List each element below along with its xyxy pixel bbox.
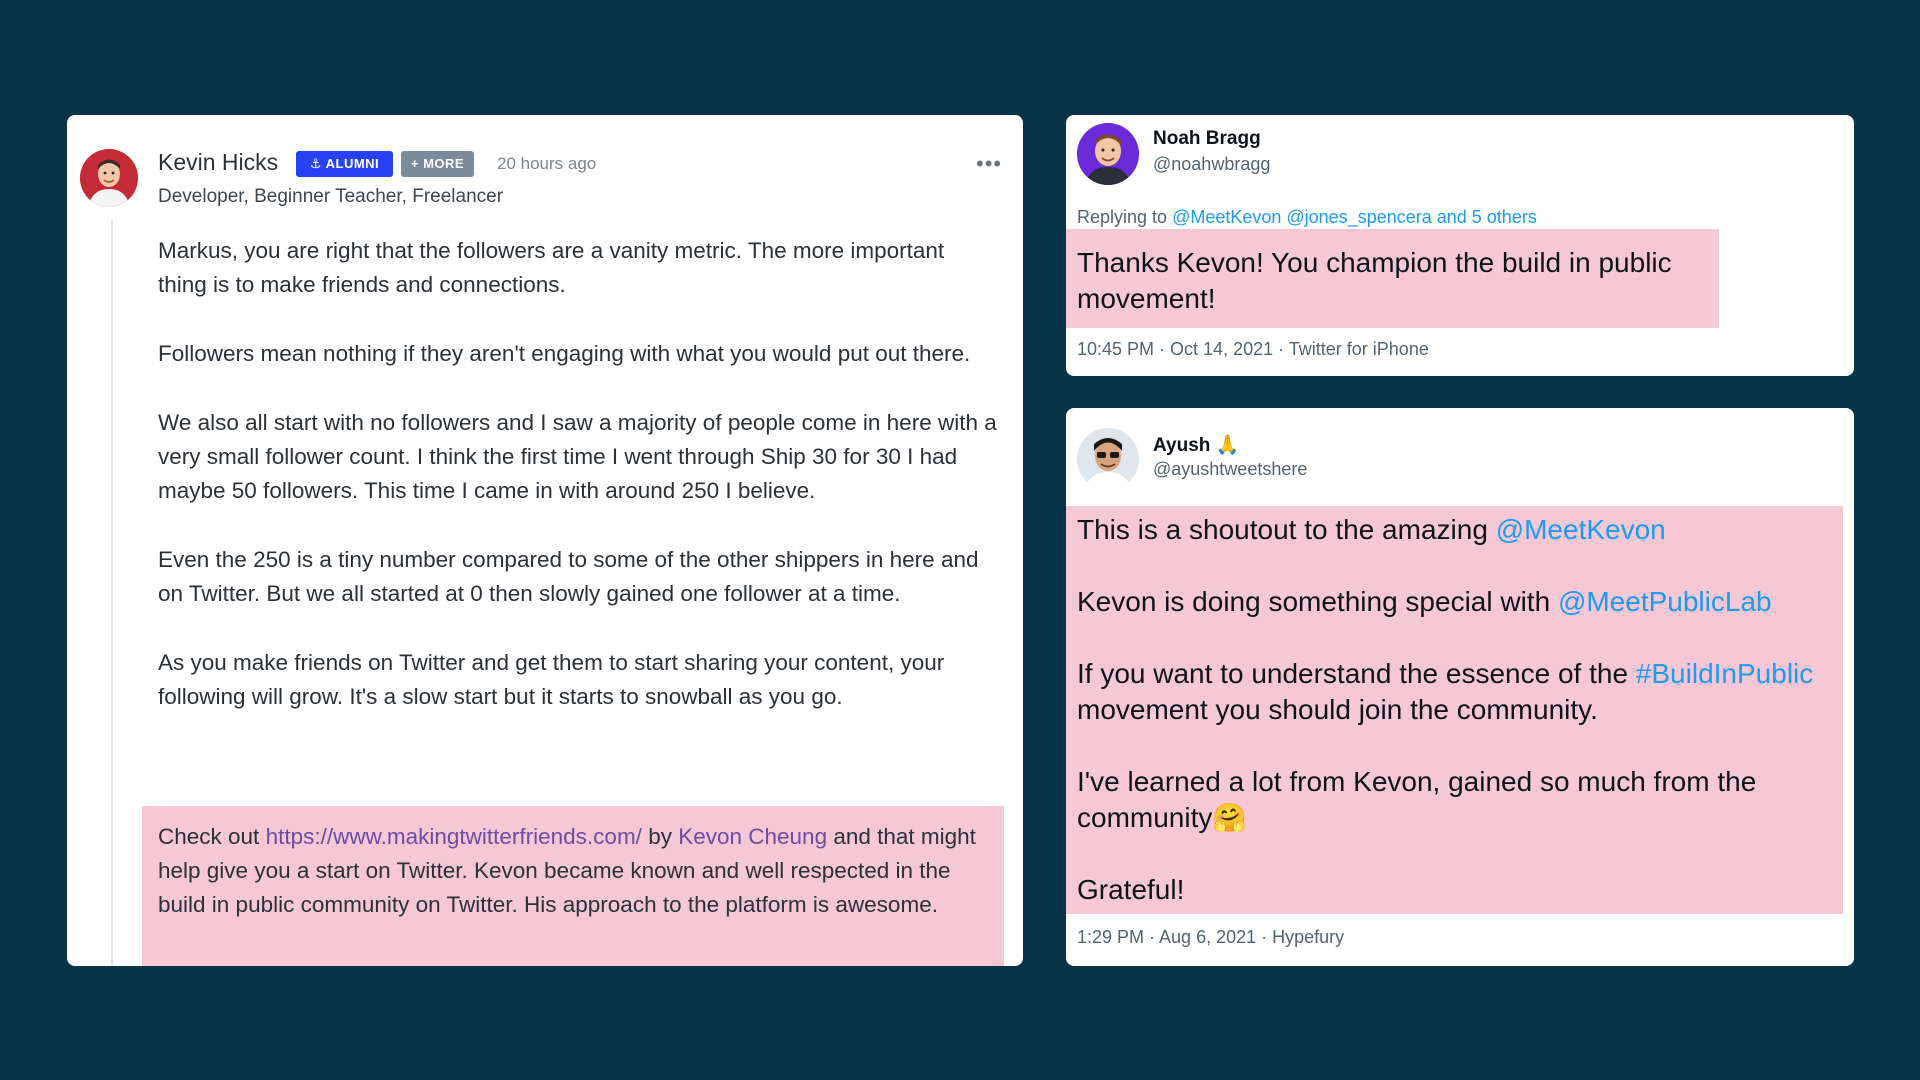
text: movement you should join the community. bbox=[1077, 694, 1598, 725]
text: Check out bbox=[158, 824, 266, 849]
alumni-badge[interactable]: ⚓ ALUMNI bbox=[296, 151, 393, 177]
replying-to: Replying to @MeetKevon @jones_spencera a… bbox=[1077, 207, 1537, 228]
hashtag-link[interactable]: #BuildInPublic bbox=[1636, 658, 1813, 689]
hug-emoji-icon: 🤗 bbox=[1212, 802, 1248, 833]
tweet-line: I've learned a lot from Kevon, gained so… bbox=[1077, 764, 1832, 836]
tweet-line: If you want to understand the essence of… bbox=[1077, 656, 1832, 728]
timestamp: 20 hours ago bbox=[497, 154, 597, 173]
user-handle[interactable]: @noahwbragg bbox=[1153, 154, 1270, 175]
avatar[interactable] bbox=[80, 149, 138, 207]
tweet-meta[interactable]: 10:45 PM · Oct 14, 2021 · Twitter for iP… bbox=[1077, 339, 1429, 360]
author-name[interactable]: Kevin Hicks bbox=[158, 149, 278, 176]
website-link[interactable]: https://www.makingtwitterfriends.com/ bbox=[266, 824, 642, 849]
display-name[interactable]: Ayush 🙏 bbox=[1153, 433, 1239, 457]
tweet-card: Noah Bragg @noahwbragg ••• Replying to @… bbox=[1066, 115, 1854, 376]
user-handle[interactable]: @ayushtweetshere bbox=[1153, 459, 1307, 480]
text: This is a shoutout to the amazing bbox=[1077, 514, 1496, 545]
paragraph: We also all start with no followers and … bbox=[158, 410, 997, 503]
reply-mentions-link[interactable]: @MeetKevon @jones_spencera and 5 others bbox=[1172, 207, 1537, 227]
thread-line bbox=[111, 219, 113, 966]
person-link[interactable]: Kevon Cheung bbox=[678, 824, 827, 849]
tweet-line: This is a shoutout to the amazing @MeetK… bbox=[1077, 512, 1832, 548]
forum-comment-card: Kevin Hicks ⚓ ALUMNI + MORE 20 hours ago… bbox=[67, 115, 1023, 966]
text: If you want to understand the essence of… bbox=[1077, 658, 1636, 689]
paragraph: Followers mean nothing if they aren't en… bbox=[158, 341, 971, 366]
tweet-line: Kevon is doing something special with @M… bbox=[1077, 584, 1832, 620]
text: I've learned a lot from Kevon, gained so… bbox=[1077, 766, 1757, 833]
text: Kevon is doing something special with bbox=[1077, 586, 1558, 617]
mention-link[interactable]: @MeetKevon bbox=[1496, 514, 1666, 545]
replying-label: Replying to bbox=[1077, 207, 1173, 227]
ellipsis-icon[interactable]: ••• bbox=[976, 151, 1002, 177]
avatar[interactable] bbox=[1077, 123, 1139, 185]
tweet-text: Thanks Kevon! You champion the build in … bbox=[1077, 247, 1672, 314]
author-subtitle: Developer, Beginner Teacher, Freelancer bbox=[158, 186, 504, 207]
more-badges-button[interactable]: + MORE bbox=[401, 151, 474, 177]
tweet-text-highlight: This is a shoutout to the amazing @MeetK… bbox=[1066, 506, 1843, 914]
text: by bbox=[641, 824, 679, 849]
tweet-meta[interactable]: 1:29 PM · Aug 6, 2021 · Hypefury bbox=[1077, 927, 1344, 948]
tweet-text-highlight: Thanks Kevon! You champion the build in … bbox=[1066, 229, 1719, 328]
display-name[interactable]: Noah Bragg bbox=[1153, 128, 1261, 150]
paragraph: Markus, you are right that the followers… bbox=[158, 238, 945, 297]
tweet-line: Grateful! bbox=[1077, 874, 1185, 905]
paragraph: As you make friends on Twitter and get t… bbox=[158, 650, 945, 709]
mention-link[interactable]: @MeetPublicLab bbox=[1558, 586, 1772, 617]
tweet-card: Ayush 🙏 @ayushtweetshere ••• This is a s… bbox=[1066, 408, 1854, 966]
avatar[interactable] bbox=[1077, 428, 1139, 490]
paragraph: Even the 250 is a tiny number compared t… bbox=[158, 547, 979, 606]
comment-body: Markus, you are right that the followers… bbox=[158, 234, 998, 749]
highlighted-paragraph: Check out https://www.makingtwitterfrien… bbox=[142, 806, 1004, 966]
